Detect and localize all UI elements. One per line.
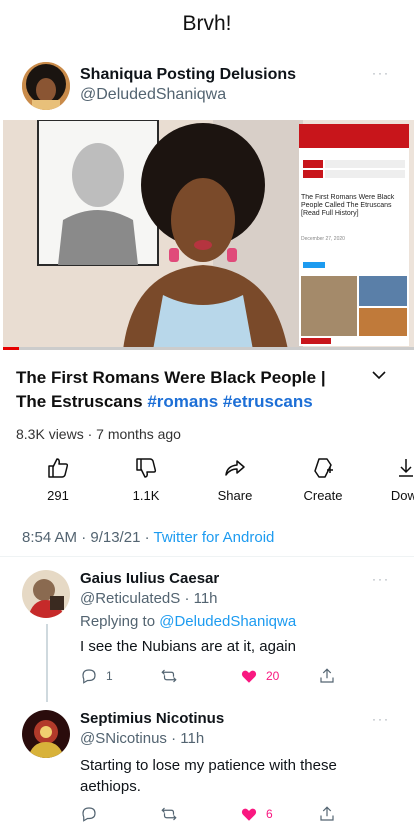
video-progress-bar[interactable] [3, 347, 414, 350]
replying-prefix: Replying to [80, 613, 160, 630]
video-progress-fill [3, 347, 20, 350]
tweet-client[interactable]: Twitter for Android [153, 529, 274, 546]
video-title[interactable]: The First Romans Were Black People | The… [16, 366, 356, 414]
chevron-down-icon[interactable] [370, 366, 388, 384]
video-thumbnail[interactable]: The First Romans Were Black People Calle… [3, 120, 414, 350]
replying-to: Replying to @DeludedShaniqwa [80, 613, 396, 630]
upload-share-icon [320, 668, 334, 683]
like-button[interactable]: 6 [240, 805, 273, 823]
like-count: 20 [266, 669, 280, 683]
reply-actions: 6 [80, 805, 396, 827]
more-options-icon[interactable]: ··· [372, 712, 390, 726]
share-icon [225, 460, 245, 476]
share-label: Share [217, 488, 253, 503]
more-options-icon[interactable]: ··· [372, 572, 390, 586]
retweet-button[interactable] [160, 667, 186, 685]
reply-handle[interactable]: @SNicotinus · 11h [80, 730, 396, 747]
reply-button[interactable] [80, 805, 106, 823]
share-button[interactable]: Share [195, 456, 275, 503]
reply-display-name[interactable]: Gaius Iulius Caesar [80, 570, 396, 587]
like-count: 291 [47, 488, 69, 503]
divider [0, 556, 414, 557]
download-label: Dowr [390, 488, 414, 503]
caption-text: Brvh! [182, 12, 232, 35]
reply-count: 1 [106, 669, 113, 683]
create-button[interactable]: Create [283, 456, 363, 503]
video-meta: 8.3K views · 7 months ago [16, 426, 181, 442]
share-button[interactable] [318, 805, 336, 823]
reply-text: Starting to lose my patience with these … [80, 757, 337, 795]
post-display-name[interactable]: Shaniqua Posting Delusions [80, 66, 296, 84]
like-count: 6 [266, 807, 273, 821]
like-button[interactable]: 291 [18, 456, 98, 503]
heart-icon [241, 808, 257, 821]
heart-icon [241, 670, 257, 683]
overlay-date: December 27, 2020 [301, 236, 345, 242]
retweet-icon [161, 669, 177, 683]
thumbs-down-icon [136, 458, 157, 478]
download-button[interactable]: Dowr [366, 456, 414, 503]
tweet-meta: 8:54 AM · 9/13/21 · Twitter for Android [22, 529, 274, 546]
reply-handle[interactable]: @ReticulatedS · 11h [80, 590, 396, 607]
create-icon [314, 458, 333, 478]
avatar[interactable] [22, 710, 70, 758]
upload-share-icon [320, 806, 334, 821]
reply-actions: 1 20 [80, 667, 396, 689]
reply-text: I see the Nubians are at it, again [80, 638, 296, 655]
like-button[interactable]: 20 [240, 667, 279, 685]
thread-line [46, 624, 48, 702]
retweet-button[interactable] [160, 805, 186, 823]
post-header: Shaniqua Posting Delusions @DeludedShani… [22, 62, 396, 112]
reply-icon [82, 669, 96, 684]
reply-icon [82, 807, 96, 822]
reply-button[interactable]: 1 [80, 667, 113, 685]
video-frame-image: The First Romans Were Black People Calle… [3, 120, 414, 350]
mention-link[interactable]: @DeludedShaniqwa [159, 613, 296, 630]
dislike-button[interactable]: 1.1K [106, 456, 186, 503]
dislike-count: 1.1K [132, 488, 160, 503]
thumbs-up-icon [48, 458, 69, 478]
overlay-headline: The First Romans Were Black People Calle… [301, 194, 395, 217]
avatar[interactable] [22, 570, 70, 618]
download-icon [399, 459, 413, 477]
retweet-icon [161, 807, 177, 821]
video-hashtags[interactable]: #romans #etruscans [147, 392, 312, 411]
share-button[interactable] [318, 667, 336, 685]
avatar[interactable] [22, 62, 70, 110]
post-handle[interactable]: @DeludedShaniqwa [80, 86, 296, 104]
tweet-timestamp[interactable]: 8:54 AM · 9/13/21 · [22, 529, 153, 546]
reply-display-name[interactable]: Septimius Nicotinus [80, 710, 396, 727]
video-actions: 291 1.1K Share Create Dowr [0, 456, 414, 512]
create-label: Create [303, 488, 343, 503]
more-options-icon[interactable]: ··· [372, 66, 390, 80]
